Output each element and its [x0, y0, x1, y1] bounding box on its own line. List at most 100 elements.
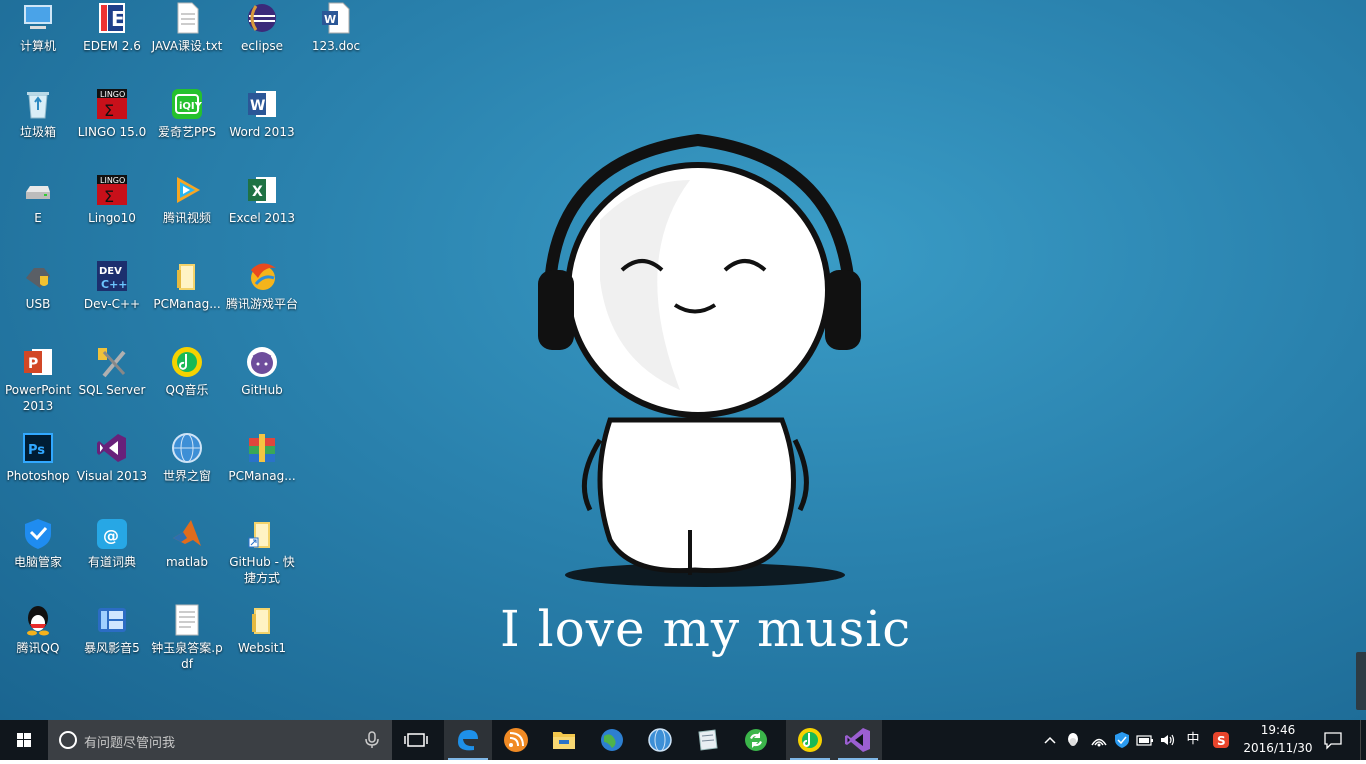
desktop-icon[interactable]: GitHub — [224, 346, 300, 398]
desktop-icon[interactable]: DEV C++ Dev-C++ — [74, 260, 150, 312]
desktop-icon[interactable]: eclipse — [224, 2, 300, 54]
cortana-search-box[interactable]: 有问题尽管问我 — [48, 720, 392, 760]
taskbar: 有问题尽管问我 中 S 19:46 2016/11/30 — [0, 720, 1366, 760]
tray-volume[interactable] — [1158, 730, 1178, 750]
desktop-icon[interactable]: P PowerPoint 2013 — [0, 346, 76, 414]
folder-icon — [246, 604, 278, 636]
search-placeholder: 有问题尽管问我 — [84, 736, 176, 751]
desktop-icon[interactable]: LINGO Σ LINGO 15.0 — [74, 88, 150, 140]
desktop-icon[interactable]: 世界之窗 — [149, 432, 225, 484]
tencent-games-icon — [246, 260, 278, 292]
text-file-icon — [171, 2, 203, 34]
svg-text:LINGO: LINGO — [100, 90, 125, 99]
desktop-icon[interactable]: 暴风影音5 — [74, 604, 150, 656]
windows-logo-icon — [17, 733, 31, 747]
tray-qq[interactable] — [1063, 730, 1083, 750]
desktop-icon[interactable]: GitHub - 快捷方式 — [224, 518, 300, 586]
wallpaper-caption: I love my music — [500, 600, 912, 658]
desktop-icon[interactable]: JAVA课设.txt — [149, 2, 225, 54]
computer-icon — [22, 2, 54, 34]
tray-overflow-button[interactable] — [1040, 730, 1060, 750]
svg-text:DEV: DEV — [99, 266, 122, 277]
desktop-icon[interactable]: Visual 2013 — [74, 432, 150, 484]
microphone-icon[interactable] — [364, 731, 380, 749]
desktop-icon[interactable]: Ps Photoshop — [0, 432, 76, 484]
taskbar-app-rss[interactable] — [492, 720, 540, 760]
qq-music-icon — [171, 346, 203, 378]
start-button[interactable] — [0, 720, 48, 760]
desktop-icon[interactable]: 腾讯视频 — [149, 174, 225, 226]
desktop-icon[interactable]: @ 有道词典 — [74, 518, 150, 570]
desktop-icon[interactable]: iQIY 爱奇艺PPS — [149, 88, 225, 140]
folder-icon — [171, 260, 203, 292]
desktop-icon[interactable]: PCManag... — [149, 260, 225, 312]
sync-icon — [745, 729, 767, 751]
taskbar-app-edge[interactable] — [444, 720, 492, 760]
taskbar-app-notepad[interactable] — [684, 720, 732, 760]
edge-widget[interactable] — [1356, 652, 1366, 710]
svg-text:LINGO: LINGO — [100, 176, 125, 185]
svg-text:W: W — [250, 98, 265, 114]
desktop-icon[interactable]: 腾讯QQ — [0, 604, 76, 656]
desktop-icon[interactable]: W Word 2013 — [224, 88, 300, 140]
desktop: I love my music 计算机 E EDEM 2.6 JAVA课设.tx… — [0, 0, 1366, 720]
sql-server-icon — [96, 346, 128, 378]
desktop-icon[interactable]: E EDEM 2.6 — [74, 2, 150, 54]
desktop-icon[interactable]: Websit1 — [224, 604, 300, 656]
tray-battery[interactable] — [1135, 730, 1155, 750]
wifi-icon — [1091, 738, 1107, 747]
desktop-icon[interactable]: matlab — [149, 518, 225, 570]
action-center-button[interactable] — [1323, 730, 1343, 750]
edem-icon: E — [96, 2, 128, 34]
desktop-icon[interactable]: USB — [0, 260, 76, 312]
taskbar-app-browser[interactable] — [588, 720, 636, 760]
tray-network[interactable] — [1089, 730, 1109, 750]
desktop-icon[interactable]: 腾讯游戏平台 — [224, 260, 300, 312]
desktop-icon[interactable]: E — [0, 174, 76, 226]
notepad-icon — [698, 729, 718, 751]
svg-text:Σ: Σ — [104, 101, 114, 120]
devcpp-icon: DEV C++ — [96, 260, 128, 292]
svg-text:S: S — [1217, 734, 1226, 748]
tray-sogou[interactable]: S — [1211, 730, 1231, 750]
task-view-button[interactable] — [392, 720, 440, 760]
taskbar-app-sync[interactable] — [732, 720, 780, 760]
pdf-file-icon — [171, 604, 203, 636]
excel-icon: X — [246, 174, 278, 206]
desktop-icon[interactable]: PCManag... — [224, 432, 300, 484]
svg-text:P: P — [28, 356, 38, 372]
tray-clock[interactable]: 19:46 2016/11/30 — [1238, 720, 1320, 760]
taskbar-app-explorer[interactable] — [540, 720, 588, 760]
desktop-icon[interactable]: 电脑管家 — [0, 518, 76, 570]
clock-date: 2016/11/30 — [1243, 741, 1313, 755]
show-desktop-button[interactable] — [1360, 720, 1366, 760]
battery-icon — [1136, 735, 1153, 746]
svg-text:E: E — [111, 7, 125, 31]
lingo-icon: LINGO Σ — [96, 174, 128, 206]
desktop-icon[interactable]: X Excel 2013 — [224, 174, 300, 226]
sogou-ime-icon: S — [1213, 732, 1229, 748]
desktop-icon[interactable]: SQL Server — [74, 346, 150, 398]
rss-reader-icon — [504, 728, 528, 752]
taskbar-app-qq-music[interactable] — [786, 720, 834, 760]
qq-tray-icon — [1068, 733, 1078, 746]
eclipse-icon — [246, 2, 278, 34]
edge-icon — [458, 730, 478, 751]
desktop-icon[interactable]: 垃圾箱 — [0, 88, 76, 140]
desktop-icon[interactable]: LINGO Σ Lingo10 — [74, 174, 150, 226]
svg-text:W: W — [324, 13, 336, 26]
globe-browser-icon — [171, 432, 203, 464]
taskbar-app-visual-studio[interactable] — [834, 720, 882, 760]
desktop-icon[interactable]: W 123.doc — [298, 2, 374, 54]
taskbar-app-world[interactable] — [636, 720, 684, 760]
desktop-icon[interactable]: 钟玉泉答案.pdf — [149, 604, 225, 672]
youdao-icon: @ — [96, 518, 128, 550]
folder-shortcut-icon — [246, 518, 278, 550]
tray-security[interactable] — [1112, 730, 1132, 750]
desktop-icon[interactable]: 计算机 — [0, 2, 76, 54]
svg-text:X: X — [252, 184, 263, 200]
desktop-icon[interactable]: QQ音乐 — [149, 346, 225, 398]
task-view-icon — [404, 733, 428, 747]
tray-ime[interactable]: 中 — [1183, 730, 1203, 750]
svg-text:iQIY: iQIY — [179, 101, 203, 112]
